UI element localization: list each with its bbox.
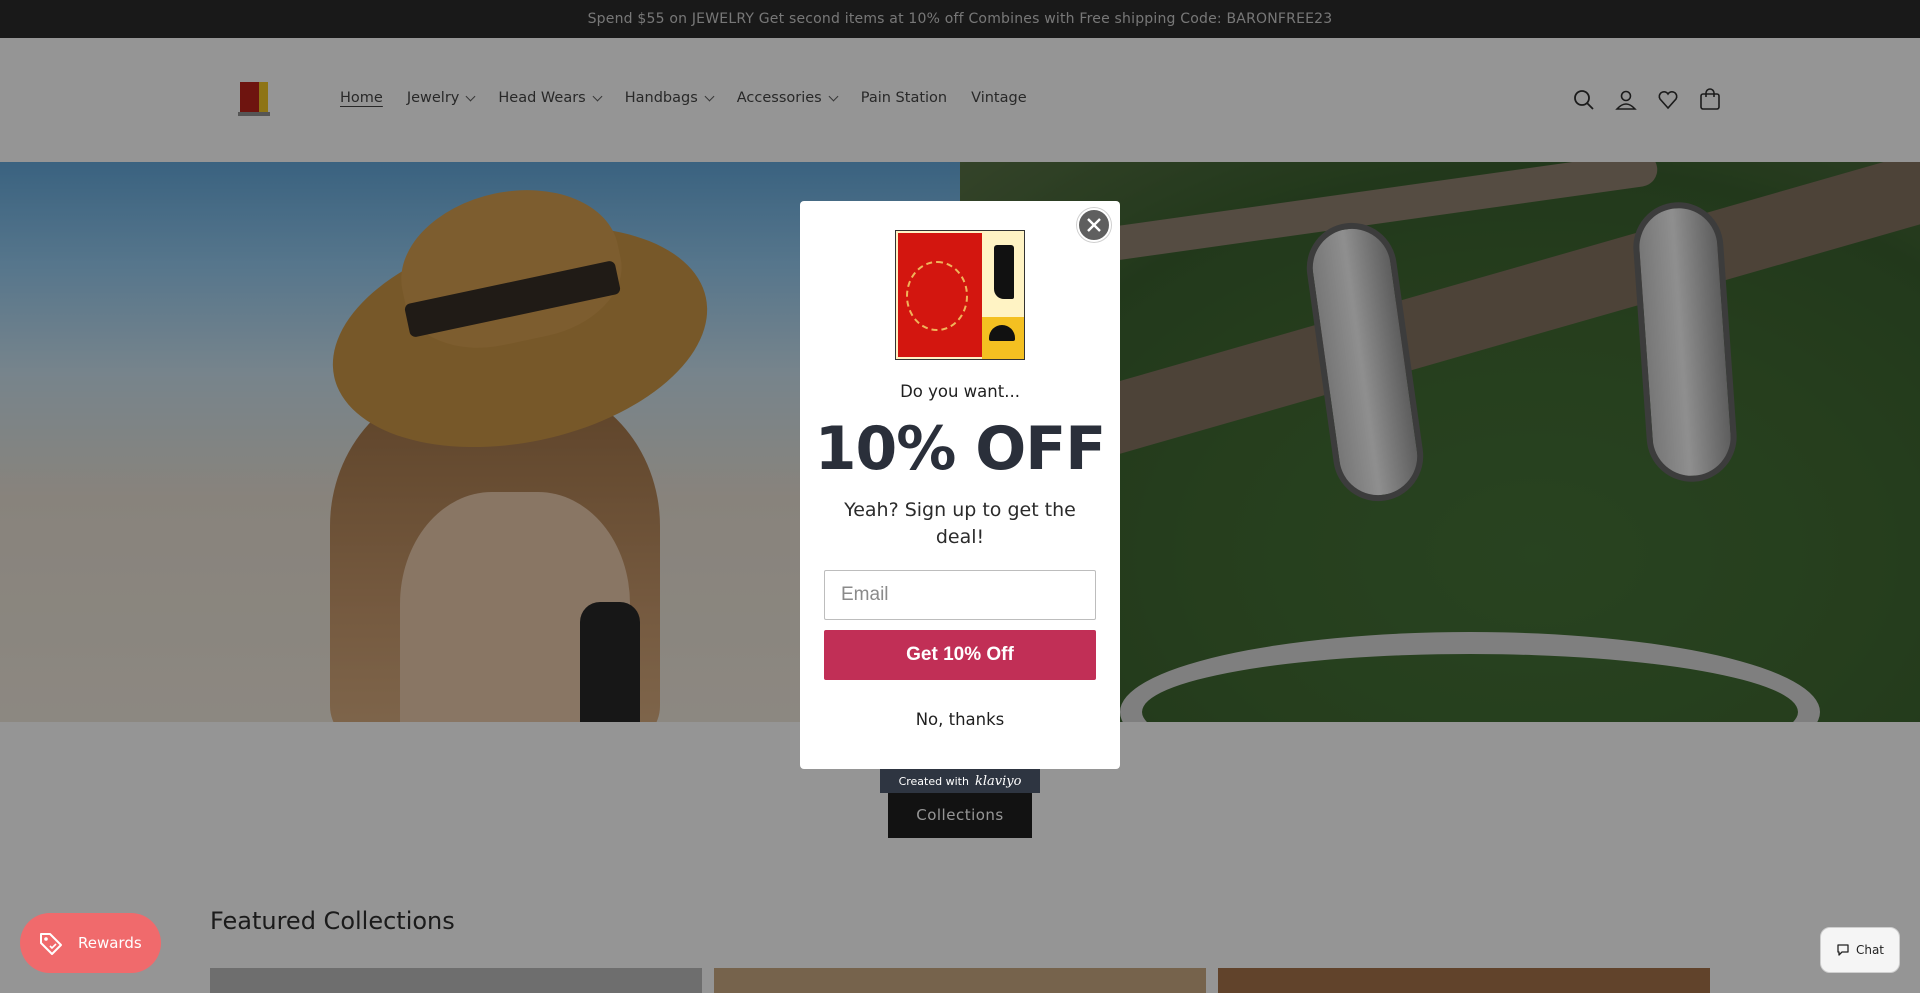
decline-link[interactable]: No, thanks (800, 710, 1120, 729)
popup-brand-logo (895, 230, 1025, 360)
boot-icon (994, 245, 1014, 299)
rewards-button[interactable]: Rewards (20, 913, 161, 973)
chat-label: Chat (1855, 943, 1885, 957)
tag-icon (40, 933, 62, 955)
rewards-label: Rewards (78, 934, 142, 952)
popup-subline: Yeah? Sign up to get the deal! (844, 499, 1076, 548)
get-discount-button[interactable]: Get 10% Off (824, 630, 1096, 680)
signup-popup: Do you want... 10% OFF Yeah? Sign up to … (800, 201, 1120, 769)
popup-offer-heading: 10% OFF (814, 414, 1106, 484)
email-field[interactable] (824, 570, 1096, 620)
klaviyo-logo: klaviyo (974, 773, 1022, 789)
get-discount-button-label: Get 10% Off (906, 644, 1014, 665)
popup-prompt: Do you want... (900, 382, 1020, 401)
close-icon (1087, 218, 1101, 232)
chat-bubble-icon (1837, 944, 1849, 956)
close-popup-button[interactable] (1077, 208, 1111, 242)
logo-whip-shape (906, 261, 968, 331)
klaviyo-badge[interactable]: Created with klaviyo (880, 769, 1040, 793)
chat-button[interactable]: Chat (1820, 927, 1900, 973)
badge-prefix: Created with (898, 774, 969, 788)
